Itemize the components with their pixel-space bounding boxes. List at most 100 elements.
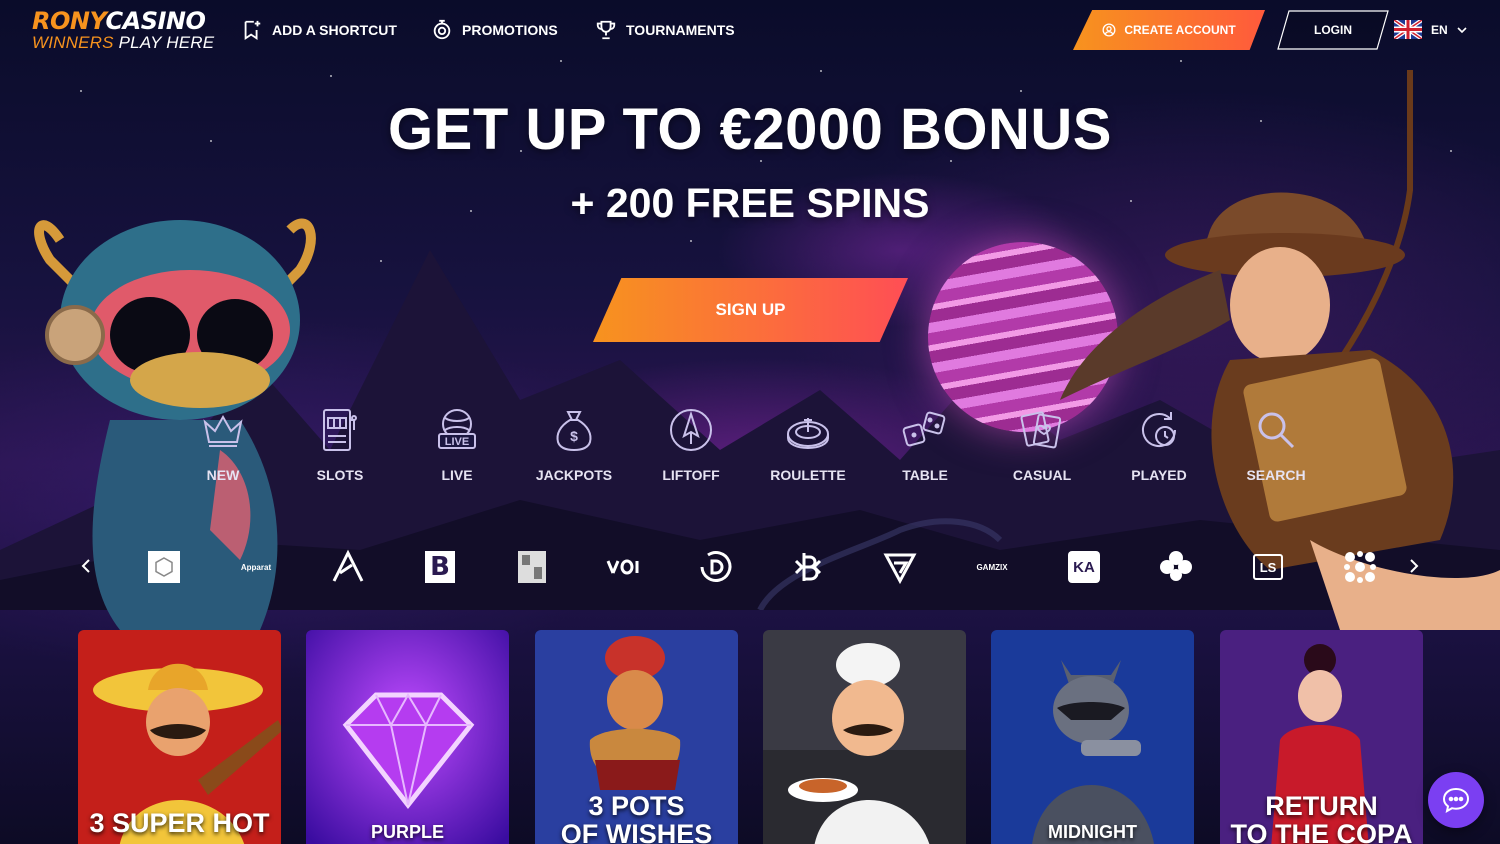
roulette-icon: [787, 418, 829, 450]
providers-prev-arrow[interactable]: [73, 553, 99, 579]
login-button[interactable]: LOGIN: [1277, 10, 1389, 50]
provider-ka[interactable]: KA: [1064, 547, 1104, 587]
chat-bubble-icon: [1442, 787, 1470, 813]
provider-apparat[interactable]: Apparat: [236, 547, 276, 587]
provider-logo-7[interactable]: [696, 547, 736, 587]
category-slots-label: SLOTS: [316, 467, 364, 483]
game-card-return-to-the-copa[interactable]: RETURN TO THE COPA: [1220, 630, 1423, 844]
category-liftoff[interactable]: LIFTOFF: [641, 406, 741, 483]
uk-flag-icon: [1394, 20, 1422, 39]
provider-ka-text: KA: [1073, 558, 1095, 576]
block-logo-icon: [518, 551, 546, 583]
category-casual-label: CASUAL: [1012, 467, 1072, 483]
category-new[interactable]: NEW: [173, 406, 273, 483]
voi-logo-icon: [606, 559, 639, 575]
sign-up-button[interactable]: SIGN UP: [593, 278, 908, 342]
game-art-raccoon: [991, 630, 1194, 844]
create-account-button[interactable]: CREATE ACCOUNT: [1073, 10, 1265, 50]
category-table-label: TABLE: [902, 467, 948, 483]
category-live[interactable]: LIVE LIVE: [407, 406, 507, 483]
sign-up-label: SIGN UP: [715, 300, 786, 319]
game-card-midnight[interactable]: MIDNIGHT: [991, 630, 1194, 844]
circle-d-logo-icon: [700, 551, 732, 582]
provider-logo-3[interactable]: [328, 547, 368, 587]
provider-b[interactable]: B: [420, 547, 460, 587]
clover-logo-icon: [1160, 551, 1192, 581]
game-art-chef: [763, 630, 966, 844]
chip-icon: [433, 19, 451, 40]
provider-ls[interactable]: LS: [1248, 547, 1288, 587]
login-label: LOGIN: [1314, 23, 1352, 37]
nav-promotions[interactable]: PROMOTIONS: [431, 18, 558, 42]
chevron-right-icon: [1410, 559, 1419, 573]
site-logo[interactable]: RONYCASINO WINNERS PLAY HERE: [32, 8, 214, 52]
provider-logo-8[interactable]: [788, 547, 828, 587]
logo-brand-part1: RONY: [32, 7, 106, 35]
cards-icon: [1020, 411, 1062, 449]
provider-logo-6[interactable]: [604, 547, 644, 587]
category-slots[interactable]: SLOTS: [290, 406, 390, 483]
game-card-3-super-hot[interactable]: 3 SUPER HOT: [78, 630, 281, 844]
live-icon: LIVE: [438, 409, 476, 449]
logo-tagline-part1: WINNERS: [32, 33, 114, 52]
live-chat-button[interactable]: [1428, 772, 1484, 828]
bet-logo-icon: [794, 553, 822, 581]
game-art-gem: [306, 630, 509, 844]
category-table[interactable]: TABLE: [875, 406, 975, 483]
category-liftoff-label: LIFTOFF: [662, 467, 720, 483]
provider-b-badge: B: [425, 551, 455, 583]
create-account-label: CREATE ACCOUNT: [1124, 23, 1236, 37]
bookmark-add-icon: [244, 20, 261, 40]
game-card-chef[interactable]: [763, 630, 966, 844]
category-live-label: LIVE: [441, 467, 473, 483]
logo-brand-part2: CASINO: [105, 7, 206, 35]
provider-logo-9[interactable]: [880, 547, 920, 587]
search-icon: [1258, 412, 1295, 449]
game-title-3-pots-line2: OF WISHES: [560, 819, 713, 844]
provider-apparat-text: Apparat: [240, 562, 272, 572]
provider-b-text: B: [430, 552, 450, 582]
game-title-3-pots-of-wishes: 3 POTS OF WISHES: [535, 792, 738, 844]
top-header: RONYCASINO WINNERS PLAY HERE ADD A SHORT…: [0, 0, 1500, 60]
mountain-a-logo-icon: [332, 549, 364, 582]
nav-promotions-label: PROMOTIONS: [462, 22, 558, 38]
v-shield-logo-icon: [883, 553, 917, 585]
crown-icon: [203, 414, 243, 447]
provider-logo-14[interactable]: [1340, 547, 1380, 587]
provider-logo-5[interactable]: [512, 547, 552, 587]
game-title-3-super-hot: 3 SUPER HOT: [89, 808, 270, 838]
logo-tagline-part2: PLAY HERE: [118, 33, 215, 52]
category-casual[interactable]: CASUAL: [992, 406, 1092, 483]
category-played[interactable]: PLAYED: [1109, 406, 1209, 483]
hero-subtitle: + 200 FREE SPINS: [570, 180, 930, 226]
provider-ka-badge: KA: [1068, 551, 1100, 583]
money-bag-icon: $: [556, 411, 592, 452]
language-selector[interactable]: EN: [1394, 20, 1467, 39]
svg-text:$: $: [570, 428, 578, 444]
category-search[interactable]: SEARCH: [1226, 406, 1326, 483]
slot-machine-icon: [323, 409, 357, 451]
user-icon: [1102, 23, 1116, 37]
category-roulette[interactable]: ROULETTE: [758, 406, 858, 483]
trophy-icon: [596, 20, 616, 40]
provider-logo-12[interactable]: [1156, 547, 1196, 587]
game-title-3-pots-line1: 3 POTS: [588, 791, 685, 821]
game-title-copa-line2: TO THE COPA: [1230, 819, 1413, 844]
nav-add-shortcut[interactable]: ADD A SHORTCUT: [241, 18, 397, 42]
category-jackpots-label: JACKPOTS: [535, 467, 613, 483]
provider-gamzix[interactable]: GAMZIX: [972, 547, 1012, 587]
chevron-down-icon: [1457, 26, 1467, 33]
provider-logo-1[interactable]: [144, 547, 184, 587]
svg-text:LIVE: LIVE: [445, 436, 469, 448]
game-title-midnight: MIDNIGHT: [1048, 822, 1137, 842]
flower-logo-icon: [1344, 551, 1376, 583]
game-card-purple[interactable]: PURPLE: [306, 630, 509, 844]
providers-next-arrow[interactable]: [1401, 553, 1427, 579]
category-jackpots[interactable]: $ JACKPOTS: [524, 406, 624, 483]
game-title-return-to-the-copa: RETURN TO THE COPA: [1220, 792, 1423, 844]
game-title-purple: PURPLE: [370, 822, 444, 842]
game-card-3-pots-of-wishes[interactable]: 3 POTS OF WISHES: [535, 630, 738, 844]
nav-tournaments[interactable]: TOURNAMENTS: [595, 18, 735, 42]
nav-tournaments-label: TOURNAMENTS: [626, 22, 735, 38]
cube-logo-icon: [148, 551, 180, 583]
